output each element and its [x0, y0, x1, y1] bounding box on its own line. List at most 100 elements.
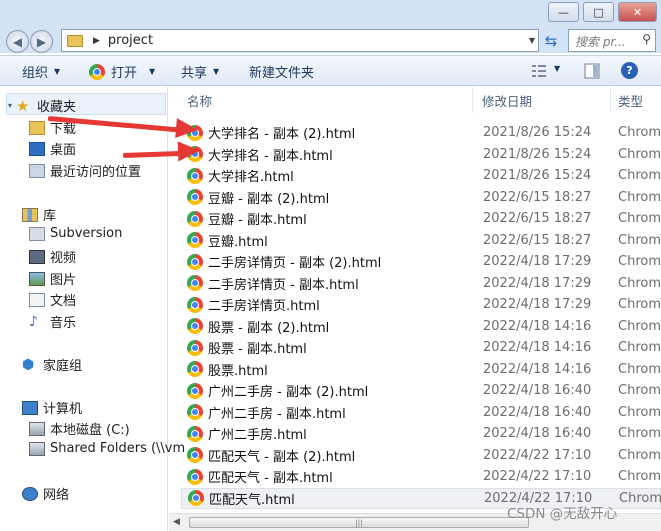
- file-type: Chrom: [618, 318, 661, 334]
- scrollbar-thumb[interactable]: |||: [189, 517, 529, 528]
- chrome-file-icon: [187, 361, 203, 377]
- new-folder-label: 新建文件夹: [249, 66, 315, 81]
- nav-label: 本地磁盘 (C:): [50, 423, 130, 438]
- file-date: 2022/4/18 16:40: [483, 426, 592, 441]
- file-date: 2021/8/26 15:24: [483, 146, 592, 162]
- maximize-button[interactable]: □: [583, 2, 614, 22]
- network-icon: [22, 486, 38, 501]
- file-date: 2022/6/15 18:27: [483, 211, 592, 226]
- file-type: Chrom: [618, 254, 661, 269]
- search-icon[interactable]: ⚲: [642, 32, 651, 46]
- file-row[interactable]: 大学排名.html 2021/8/26 15:24 Chrom: [181, 165, 661, 186]
- file-row[interactable]: 豆瓣 - 副本 (2).html 2022/6/15 18:27 Chrom: [181, 187, 661, 208]
- file-row[interactable]: 广州二手房 - 副本 (2).html 2022/4/18 16:40 Chrom: [181, 380, 661, 401]
- nav-computer[interactable]: 计算机: [22, 398, 82, 417]
- nav-shared-folders[interactable]: Shared Folders (\\vm: [29, 441, 185, 456]
- back-button[interactable]: ◀: [6, 30, 29, 53]
- column-separator[interactable]: [610, 87, 611, 113]
- homegroup-icon: ⬢: [22, 356, 35, 373]
- forward-button[interactable]: ▶: [30, 30, 53, 53]
- column-header-modified[interactable]: 修改日期: [482, 87, 532, 113]
- scroll-left-icon[interactable]: ◀: [173, 517, 180, 527]
- file-type: Chrom: [618, 383, 661, 398]
- nav-local-disk[interactable]: 本地磁盘 (C:): [29, 419, 130, 438]
- back-arrow-icon: ◀: [12, 34, 23, 49]
- breadcrumb-project[interactable]: project: [108, 33, 153, 48]
- nav-pictures[interactable]: 图片: [29, 269, 76, 288]
- file-row[interactable]: 股票 - 副本.html 2022/4/18 14:16 Chrom: [181, 337, 661, 358]
- nav-music[interactable]: ♪ 音乐: [29, 312, 77, 332]
- nav-favorites[interactable]: ▾ ★ 收藏夹: [8, 96, 76, 115]
- refresh-icon[interactable]: ⇆: [541, 31, 561, 51]
- column-header-label: 修改日期: [482, 93, 533, 109]
- chrome-file-icon: [187, 167, 203, 184]
- chrome-file-icon: [187, 425, 203, 442]
- view-options-icon[interactable]: [531, 63, 547, 79]
- file-row[interactable]: 匹配天气 - 副本 (2).html 2022/4/22 17:10 Chrom: [181, 445, 661, 466]
- computer-icon: [22, 400, 38, 415]
- file-type: Chrom: [618, 469, 661, 484]
- chevron-down-icon: ▼: [54, 67, 61, 76]
- nav-label: Subversion: [50, 226, 123, 241]
- column-separator[interactable]: [472, 87, 473, 113]
- file-date: 2022/4/18 16:40: [483, 383, 592, 398]
- share-button[interactable]: 共享 ▼: [181, 62, 219, 81]
- file-name: 股票 - 副本.html: [208, 342, 307, 357]
- nav-recent[interactable]: 最近访问的位置: [29, 161, 141, 180]
- file-row[interactable]: 大学排名 - 副本.html 2021/8/26 15:24 Chrom: [181, 144, 661, 165]
- command-bar: 组织 ▼ 打开 ▼ 共享 ▼ 新建文件夹 ▼ ?: [0, 55, 661, 86]
- address-dropdown-icon[interactable]: ▼: [529, 36, 535, 45]
- close-button[interactable]: ✕: [618, 2, 657, 22]
- file-name: 豆瓣.html: [208, 234, 268, 250]
- file-row[interactable]: 大学排名 - 副本 (2).html 2021/8/26 15:24 Chrom: [181, 122, 661, 143]
- address-bar[interactable]: ▶ project ▼: [61, 29, 539, 52]
- desktop-icon: [29, 141, 45, 156]
- file-row[interactable]: 豆瓣 - 副本.html 2022/6/15 18:27 Chrom: [181, 208, 661, 229]
- nav-videos[interactable]: 视频: [29, 247, 76, 266]
- library-icon: [22, 207, 38, 222]
- documents-icon: [29, 292, 45, 307]
- file-row[interactable]: 豆瓣.html 2022/6/15 18:27 Chrom: [181, 230, 661, 251]
- column-header-type[interactable]: 类型: [618, 87, 643, 113]
- file-row[interactable]: 匹配天气 - 副本.html 2022/4/22 17:10 Chrom: [181, 466, 661, 487]
- new-folder-button[interactable]: 新建文件夹: [249, 62, 314, 81]
- file-type: Chrom: [618, 168, 661, 183]
- watermark: CSDN @无敌开心: [507, 506, 618, 522]
- chrome-file-icon: [187, 210, 203, 227]
- preview-pane-icon[interactable]: [584, 63, 600, 79]
- nav-homegroup[interactable]: ⬢ 家庭组: [22, 355, 82, 375]
- file-row[interactable]: 股票 - 副本 (2).html 2022/4/18 14:16 Chrom: [181, 316, 661, 337]
- help-icon[interactable]: ?: [621, 62, 638, 79]
- nav-label: 计算机: [43, 402, 83, 417]
- file-name: 二手房详情页.html: [208, 299, 320, 314]
- file-row[interactable]: 股票.html 2022/4/18 14:16 Chrom: [181, 359, 661, 380]
- organize-button[interactable]: 组织 ▼: [22, 62, 60, 81]
- file-row[interactable]: 广州二手房 - 副本.html 2022/4/18 16:40 Chrom: [181, 402, 661, 423]
- nav-network[interactable]: 网络: [22, 484, 69, 503]
- file-date: 2022/4/18 14:16: [483, 361, 592, 377]
- nav-label: 音乐: [50, 316, 77, 331]
- view-dropdown-icon[interactable]: ▼: [554, 64, 560, 73]
- file-type: Chrom: [618, 125, 661, 140]
- file-row[interactable]: 二手房详情页 - 副本.html 2022/4/18 17:29 Chrom: [181, 273, 661, 294]
- music-icon: ♪: [29, 313, 38, 330]
- file-row[interactable]: 广州二手房.html 2022/4/18 16:40 Chrom: [181, 423, 661, 444]
- chrome-icon: [89, 63, 105, 80]
- nav-documents[interactable]: 文档: [29, 290, 76, 309]
- file-row[interactable]: 二手房详情页.html 2022/4/18 17:29 Chrom: [181, 294, 661, 315]
- open-button[interactable]: 打开 ▼: [89, 62, 155, 81]
- nav-desktop[interactable]: 桌面: [29, 139, 76, 158]
- nav-subversion[interactable]: Subversion: [29, 226, 122, 241]
- nav-libraries[interactable]: 库: [22, 205, 56, 224]
- file-row[interactable]: 二手房详情页 - 副本 (2).html 2022/4/18 17:29 Chrom: [181, 251, 661, 272]
- chrome-file-icon: [187, 253, 203, 270]
- downloads-folder-icon: [29, 120, 45, 135]
- file-name: 匹配天气.html: [209, 492, 295, 508]
- breadcrumb-arrow-icon[interactable]: ▶: [93, 36, 100, 46]
- column-header-name[interactable]: 名称: [187, 87, 212, 113]
- file-name: 广州二手房 - 副本 (2).html: [208, 385, 369, 400]
- search-input[interactable]: 搜索 pr... ⚲: [568, 29, 656, 52]
- chrome-file-icon: [187, 189, 203, 205]
- folder-icon: [67, 34, 83, 47]
- minimize-button[interactable]: —: [548, 2, 579, 22]
